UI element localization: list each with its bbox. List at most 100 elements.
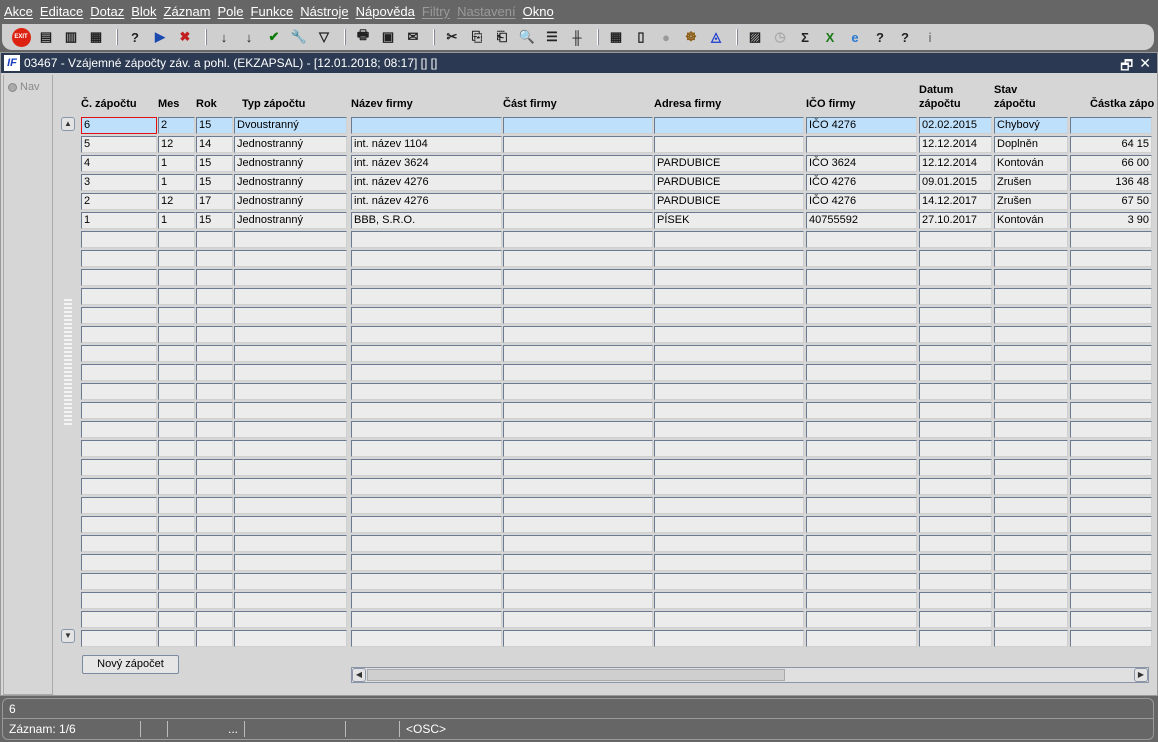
grid-cell[interactable] [919, 250, 992, 267]
grid-cell[interactable]: Kontován [994, 155, 1068, 172]
new-record-icon[interactable]: ▤ [35, 27, 57, 47]
grid-cell[interactable] [351, 288, 502, 305]
grid-cell[interactable] [1070, 554, 1152, 571]
grid-cell[interactable]: 4 [81, 155, 157, 172]
grid-cell[interactable] [919, 497, 992, 514]
grid-cell[interactable] [919, 326, 992, 343]
grid-cell[interactable] [503, 193, 653, 210]
grid-cell[interactable] [919, 478, 992, 495]
grid-cell[interactable] [196, 573, 233, 590]
grid-cell[interactable] [919, 535, 992, 552]
grid-cell[interactable] [1070, 440, 1152, 457]
exit-icon[interactable]: EXIT [10, 27, 32, 47]
grid-cell[interactable] [196, 516, 233, 533]
grid-cell[interactable] [919, 383, 992, 400]
grid-cell[interactable]: 15 [196, 212, 233, 229]
grid-cell[interactable] [994, 459, 1068, 476]
grid-cell[interactable] [806, 459, 917, 476]
grid-cell[interactable] [351, 630, 502, 647]
grid-cell[interactable]: IČO 4276 [806, 193, 917, 210]
grid-cell[interactable] [196, 307, 233, 324]
grid-cell[interactable] [806, 307, 917, 324]
grid-cell[interactable]: 14 [196, 136, 233, 153]
grid-cell[interactable]: Doplněn [994, 136, 1068, 153]
grid-cell[interactable] [994, 269, 1068, 286]
grid-cell[interactable] [81, 535, 157, 552]
import-icon[interactable]: ▦ [605, 27, 627, 47]
grid-cell[interactable] [503, 326, 653, 343]
grid-cell[interactable] [919, 288, 992, 305]
grid-cell[interactable] [351, 554, 502, 571]
grid-cell[interactable] [81, 326, 157, 343]
list-indent-icon[interactable]: ☰ [541, 27, 563, 47]
grid-cell[interactable] [351, 440, 502, 457]
grid-cell[interactable] [503, 497, 653, 514]
grid-cell[interactable] [234, 269, 347, 286]
ship-wheel-icon[interactable]: ☸ [680, 27, 702, 47]
grid-cell[interactable] [806, 611, 917, 628]
grid-cell[interactable] [994, 364, 1068, 381]
grid-cell[interactable] [654, 497, 804, 514]
grid-cell[interactable]: Jednostranný [234, 174, 347, 191]
grid-cell[interactable] [806, 136, 917, 153]
grid-cell[interactable]: 1 [158, 155, 195, 172]
grid-cell[interactable] [994, 440, 1068, 457]
grid-cell[interactable] [158, 611, 195, 628]
grid-cell[interactable] [351, 383, 502, 400]
grid-cell[interactable] [234, 554, 347, 571]
grid-cell[interactable] [81, 250, 157, 267]
grid-cell[interactable] [1070, 611, 1152, 628]
grid-cell[interactable] [158, 383, 195, 400]
grid-cell[interactable] [1070, 402, 1152, 419]
grid-cell[interactable]: Jednostranný [234, 212, 347, 229]
grid-cell[interactable] [503, 402, 653, 419]
grid-cell[interactable] [351, 250, 502, 267]
grid-cell[interactable] [994, 288, 1068, 305]
grid-cell[interactable]: PARDUBICE [654, 174, 804, 191]
nav-radio[interactable]: Nav [4, 75, 52, 93]
grid-cell[interactable] [351, 364, 502, 381]
grid-cell[interactable] [503, 554, 653, 571]
grid-cell[interactable]: int. název 4276 [351, 193, 502, 210]
grid-cell[interactable] [654, 535, 804, 552]
grid-cell[interactable] [654, 440, 804, 457]
menu-10[interactable]: Nastavení [457, 4, 516, 19]
grid-cell[interactable] [234, 421, 347, 438]
grid-cell[interactable] [806, 440, 917, 457]
grid-cell[interactable]: 2 [81, 193, 157, 210]
grid-cell[interactable] [654, 611, 804, 628]
grid-cell[interactable] [234, 250, 347, 267]
grid-cell[interactable] [81, 364, 157, 381]
grid-cell[interactable] [806, 383, 917, 400]
grid-cell[interactable] [806, 402, 917, 419]
grid-cell[interactable] [654, 250, 804, 267]
menu-11[interactable]: Okno [523, 4, 554, 19]
new-offset-button[interactable]: Nový zápočet [82, 655, 179, 674]
grid-cell[interactable] [234, 440, 347, 457]
horizontal-scrollbar[interactable]: ◀ ▶ [351, 667, 1149, 683]
grid-cell[interactable] [1070, 630, 1152, 647]
grid-cell[interactable]: 12 [158, 193, 195, 210]
grid-cell[interactable] [919, 554, 992, 571]
grid-cell[interactable] [919, 307, 992, 324]
grid-cell[interactable] [196, 535, 233, 552]
grid-cell[interactable] [994, 611, 1068, 628]
commit-check-icon[interactable]: ✔ [263, 27, 285, 47]
grid-cell[interactable] [81, 440, 157, 457]
grid-cell[interactable] [503, 592, 653, 609]
grid-cell[interactable] [806, 288, 917, 305]
scroll-down-icon[interactable]: ▼ [61, 629, 75, 643]
grid-cell[interactable] [994, 345, 1068, 362]
grid-cell[interactable] [81, 573, 157, 590]
grid-cell[interactable] [81, 611, 157, 628]
grid-cell[interactable] [81, 307, 157, 324]
grid-cell[interactable] [503, 250, 653, 267]
grid-cell[interactable] [806, 364, 917, 381]
print-icon[interactable]: 🖶 [352, 27, 374, 47]
grid-cell[interactable] [351, 421, 502, 438]
grid-cell[interactable] [806, 516, 917, 533]
grid-cell[interactable]: 15 [196, 155, 233, 172]
menu-0[interactable]: Akce [4, 4, 33, 19]
grid-cell[interactable] [158, 497, 195, 514]
grid-cell[interactable] [234, 516, 347, 533]
